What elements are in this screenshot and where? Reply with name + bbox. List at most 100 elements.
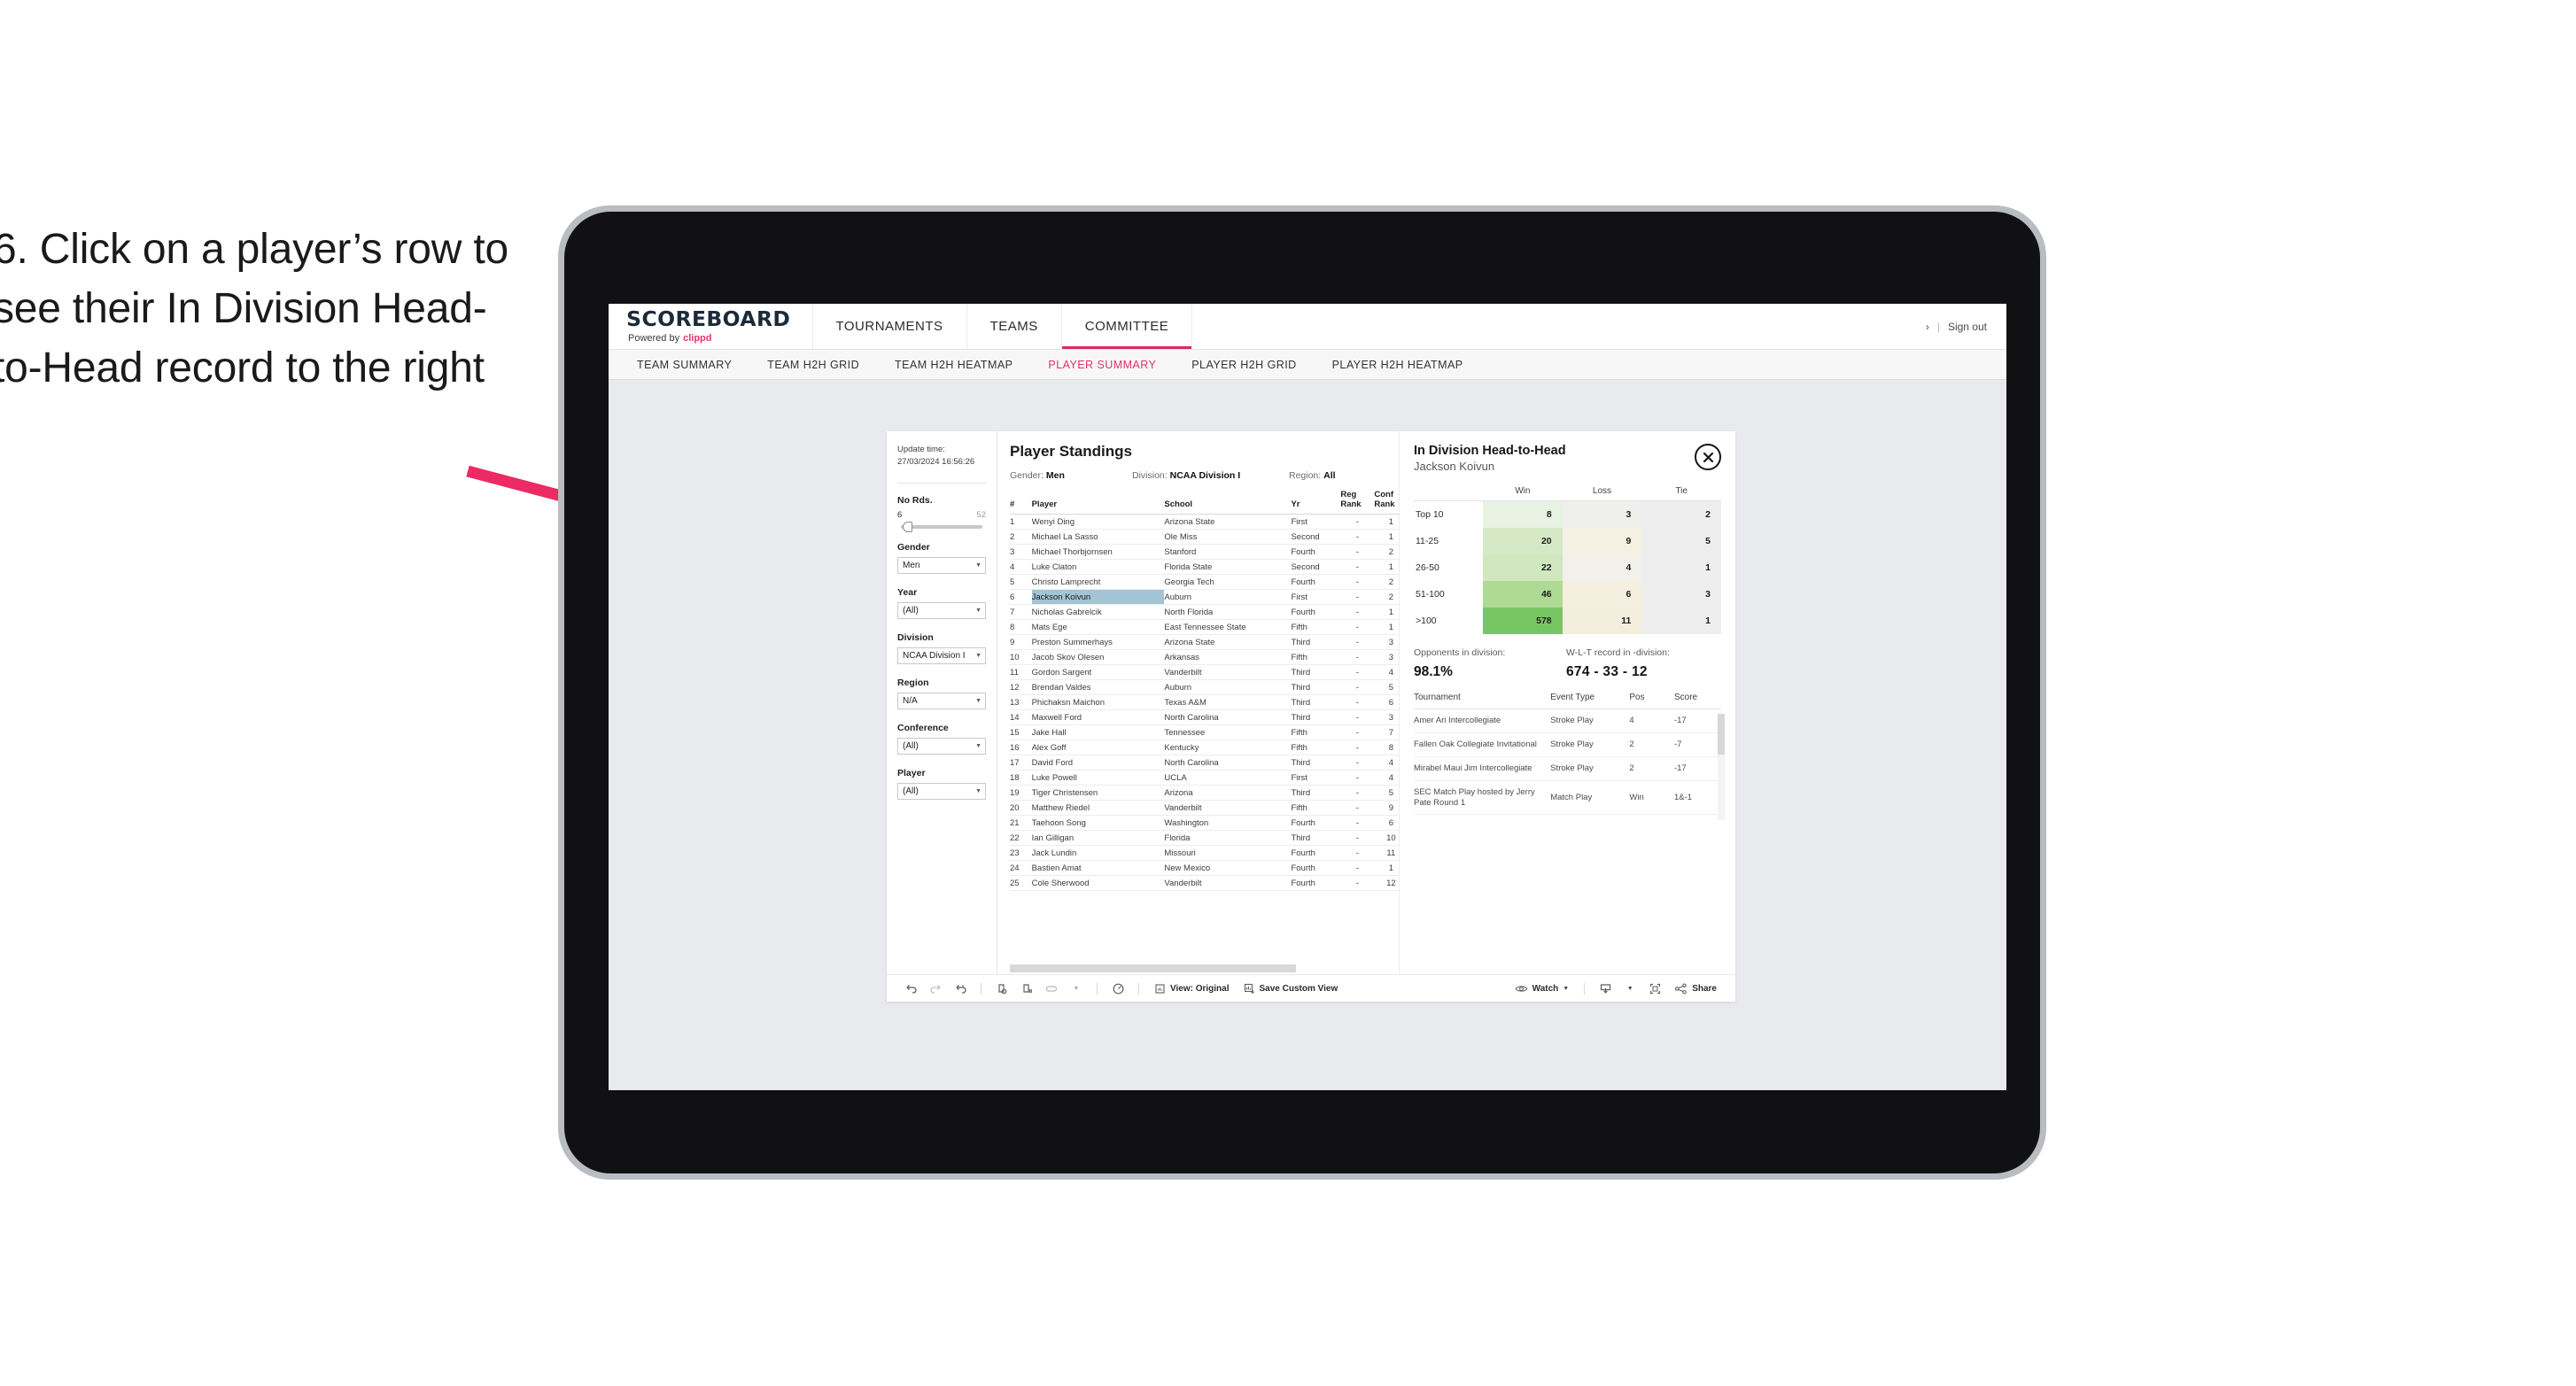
- account-chevron-icon[interactable]: ›: [1926, 321, 1929, 333]
- revert-icon[interactable]: [949, 979, 972, 998]
- nav-tab-committee[interactable]: COMMITTEE: [1062, 304, 1193, 349]
- cell-school: Florida State: [1164, 559, 1292, 576]
- heatmap-col-loss: Loss: [1562, 486, 1642, 501]
- cell-player: Bastien Amat: [1031, 860, 1165, 877]
- subtab-player-h2h-heatmap[interactable]: PLAYER H2H HEATMAP: [1315, 359, 1481, 371]
- table-row[interactable]: 14Maxwell FordNorth CarolinaThird-3230: [1010, 709, 1463, 726]
- cell-reg: -: [1340, 544, 1375, 561]
- tournament-scrollbar[interactable]: [1718, 714, 1725, 820]
- chevron-down-icon[interactable]: ▼: [1618, 979, 1641, 998]
- subtab-player-h2h-grid[interactable]: PLAYER H2H GRID: [1174, 359, 1314, 371]
- share-label: Share: [1692, 983, 1717, 994]
- fullscreen-icon[interactable]: [1643, 979, 1666, 998]
- table-row[interactable]: 4Luke ClatonFlorida StateSecond-1272: [1010, 559, 1463, 576]
- list-item[interactable]: Mirabel Maui Jim Intercollegiate Stroke P…: [1414, 756, 1721, 781]
- view-original-button[interactable]: View: Original: [1148, 983, 1236, 995]
- primary-nav: TOURNAMENTS TEAMS COMMITTEE: [813, 304, 1193, 349]
- player-select[interactable]: (All) ▼: [897, 782, 986, 800]
- table-row[interactable]: 10Jacob Skov OlesenArkansasFifth-3230: [1010, 649, 1463, 666]
- share-button[interactable]: Share: [1668, 983, 1723, 995]
- year-select[interactable]: (All) ▼: [897, 601, 986, 619]
- gender-select[interactable]: Men ▼: [897, 556, 986, 574]
- heatmap-cell-loss: 9: [1562, 528, 1642, 554]
- subtab-team-summary[interactable]: TEAM SUMMARY: [619, 359, 749, 371]
- cell-reg: -: [1340, 755, 1375, 771]
- cell-player: Jack Lundin: [1031, 845, 1165, 862]
- cell-rank: 11: [1010, 664, 1032, 681]
- download-icon[interactable]: [1594, 979, 1617, 998]
- cell-yr: Fifth: [1291, 739, 1341, 756]
- heatmap-row: 26-50 22 4 1: [1414, 554, 1721, 581]
- cell-school: North Florida: [1164, 604, 1292, 621]
- col-header-player[interactable]: Player: [1031, 491, 1165, 515]
- update-time-label: Update time:: [897, 445, 945, 454]
- screenshot-root: 6. Click on a player’s row to see their …: [0, 0, 2576, 1386]
- col-header-rank[interactable]: #: [1010, 491, 1032, 515]
- table-row[interactable]: 5Christo LamprechtGeorgia TechFourth-221…: [1010, 574, 1463, 591]
- col-header-school[interactable]: School: [1164, 491, 1292, 515]
- pause-icon[interactable]: [1015, 979, 1038, 998]
- chevron-down-icon[interactable]: ▼: [1065, 979, 1088, 998]
- tournament-scroll-thumb[interactable]: [1718, 714, 1725, 755]
- list-item[interactable]: Fallen Oak Collegiate Invitational Stroke…: [1414, 732, 1721, 757]
- table-row[interactable]: 7 Nicholas Gabrelcik North Florida Fourth -1…: [1010, 604, 1463, 621]
- chevron-down-icon: ▼: [975, 742, 982, 749]
- table-row[interactable]: 9Preston SummerhaysArizona StateThird-32…: [1010, 634, 1463, 651]
- nav-tab-tournaments[interactable]: TOURNAMENTS: [813, 304, 967, 349]
- col-header-reg-rank[interactable]: Reg Rank: [1340, 490, 1375, 515]
- highlight-icon[interactable]: [1106, 979, 1129, 998]
- subtab-team-h2h-grid[interactable]: TEAM H2H GRID: [749, 359, 877, 371]
- table-row[interactable]: 21Taehoon SongWashingtonFourth-6231: [1010, 815, 1463, 832]
- subtab-team-h2h-heatmap[interactable]: TEAM H2H HEATMAP: [877, 359, 1030, 371]
- table-row[interactable]: 15Jake HallTennesseeFifth-7180: [1010, 724, 1463, 741]
- region-select[interactable]: N/A ▼: [897, 692, 986, 709]
- cell-yr: Second: [1291, 559, 1341, 576]
- cell-player: Christo Lamprecht: [1031, 574, 1165, 591]
- refresh-icon[interactable]: [990, 979, 1013, 998]
- table-row[interactable]: 6Jackson KoivunAuburnFirst-2271: [1010, 589, 1463, 606]
- cell-rank: 2: [1010, 529, 1032, 546]
- conference-select[interactable]: (All) ▼: [897, 737, 986, 755]
- table-row[interactable]: 1Wenyi DingArizona StateFirst-1151: [1010, 514, 1463, 530]
- standings-hscroll-thumb[interactable]: [1010, 964, 1296, 972]
- table-row[interactable]: 22Ian GilliganFloridaThird-10241: [1010, 830, 1463, 847]
- redo-icon[interactable]: [924, 979, 947, 998]
- heatmap-cell-tie: 3: [1641, 581, 1721, 608]
- slider-thumb[interactable]: [903, 521, 912, 532]
- table-row[interactable]: 8Mats EgeEast Tennessee StateFifth-1242: [1010, 619, 1463, 636]
- heatmap-cell-win: 578: [1483, 608, 1563, 634]
- cell-reg: -: [1340, 679, 1375, 696]
- list-item[interactable]: Amer Ari Intercollegiate Stroke Play 4 -17: [1414, 708, 1721, 733]
- table-row[interactable]: 3Michael ThorbjornsenStanfordFourth-291: [1010, 544, 1463, 561]
- table-row[interactable]: 2Michael La SassoOle MissSecond-1180: [1010, 529, 1463, 546]
- table-row[interactable]: 12Brendan ValdesAuburnThird-5270: [1010, 679, 1463, 696]
- table-row[interactable]: 13Phichaksn MaichonTexas A&MThird-6301: [1010, 694, 1463, 711]
- cell-yr: Fourth: [1291, 544, 1341, 561]
- subtab-player-summary[interactable]: PLAYER SUMMARY: [1030, 359, 1174, 371]
- nav-tab-teams[interactable]: TEAMS: [967, 304, 1062, 349]
- table-row[interactable]: 11Gordon SargentVanderbiltThird-4210: [1010, 664, 1463, 681]
- division-select[interactable]: NCAA Division I ▼: [897, 647, 986, 664]
- sign-out-link[interactable]: Sign out: [1948, 321, 1987, 333]
- table-row[interactable]: 25Cole SherwoodVanderbiltFourth-12231: [1010, 875, 1463, 892]
- no-rounds-slider[interactable]: [901, 521, 982, 532]
- list-item[interactable]: SEC Match Play hosted by Jerry Pate Roun…: [1414, 780, 1721, 816]
- cell-player: Matthew Riedel: [1031, 800, 1165, 817]
- table-row[interactable]: 16Alex GoffKentuckyFifth-8190: [1010, 739, 1463, 756]
- save-custom-view-button[interactable]: Save Custom View: [1238, 983, 1345, 995]
- table-row[interactable]: 17David FordNorth CarolinaThird-4211: [1010, 755, 1463, 771]
- col-header-yr[interactable]: Yr: [1291, 491, 1341, 515]
- table-row[interactable]: 20Matthew RiedelVanderbiltFifth-9230: [1010, 800, 1463, 817]
- table-row[interactable]: 23Jack LundinMissouriFourth-11240: [1010, 845, 1463, 862]
- watch-button[interactable]: Watch ▼: [1509, 983, 1576, 995]
- h2h-player-name: Jackson Koivun: [1414, 460, 1495, 473]
- table-row[interactable]: 18Luke PowellUCLAFirst-4241: [1010, 770, 1463, 786]
- undo-icon[interactable]: [899, 979, 922, 998]
- cell-yr: Third: [1291, 664, 1341, 681]
- pill-icon[interactable]: [1040, 979, 1063, 998]
- standings-horizontal-scrollbar[interactable]: [1010, 964, 1463, 972]
- table-row[interactable]: 19Tiger ChristensenArizonaThird-5232: [1010, 785, 1463, 801]
- cell-player: Mats Ege: [1031, 619, 1165, 636]
- close-icon[interactable]: [1695, 444, 1721, 470]
- table-row[interactable]: 24Bastien AmatNew MexicoFourth-1272: [1010, 860, 1463, 877]
